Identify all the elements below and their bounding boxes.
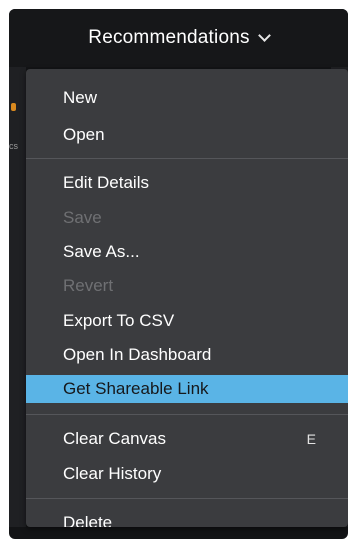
menu-item-label: Edit Details — [63, 173, 149, 192]
menu-item-label: Get Shareable Link — [63, 379, 209, 398]
menu-item-label: Delete — [63, 513, 113, 527]
menu-item-save: Save — [26, 204, 348, 232]
menu-separator — [26, 498, 348, 499]
menu-separator — [26, 158, 348, 159]
recommendations-dropdown-toggle[interactable]: Recommendations — [9, 9, 348, 67]
menu-item-get-shareable-link[interactable]: Get Shareable Link — [26, 375, 348, 403]
menu-item-label: Export To CSV — [63, 311, 175, 330]
header-title: Recommendations — [88, 27, 250, 48]
menu-item-label: New — [63, 88, 98, 107]
menu-item-label: Clear History — [63, 464, 162, 483]
menu-item-open-in-dashboard[interactable]: Open In Dashboard — [26, 341, 348, 369]
canvas-node-marker — [11, 103, 16, 111]
menu-item-open[interactable]: Open — [26, 121, 348, 149]
canvas-node-label: cs — [9, 141, 18, 151]
background-canvas-left: cs — [9, 67, 26, 527]
menu-item-delete[interactable]: Delete — [26, 509, 348, 527]
menu-item-label: Save — [63, 208, 102, 227]
menu-item-revert: Revert — [26, 272, 348, 300]
menu-item-save-as[interactable]: Save As... — [26, 238, 348, 266]
menu-item-label: Clear Canvas — [63, 429, 166, 448]
menu-item-label: Save As... — [63, 242, 140, 261]
menu-item-label: Open — [63, 125, 105, 144]
menu-item-clear-history[interactable]: Clear History — [26, 460, 348, 488]
keyboard-shortcut: E — [306, 431, 316, 447]
menu-separator — [26, 414, 348, 415]
app-frame: Recommendations cs New Open Edit Details… — [9, 9, 348, 539]
menu-item-edit-details[interactable]: Edit Details — [26, 169, 348, 197]
file-menu: New Open Edit Details Save Save As... Re… — [26, 69, 348, 527]
chevron-down-icon — [257, 28, 271, 42]
menu-item-label: Open In Dashboard — [63, 345, 212, 364]
menu-item-clear-canvas[interactable]: Clear Canvas E — [26, 425, 348, 453]
menu-item-label: Revert — [63, 276, 114, 295]
menu-item-new[interactable]: New — [26, 84, 348, 112]
menu-item-export-csv[interactable]: Export To CSV — [26, 307, 348, 335]
